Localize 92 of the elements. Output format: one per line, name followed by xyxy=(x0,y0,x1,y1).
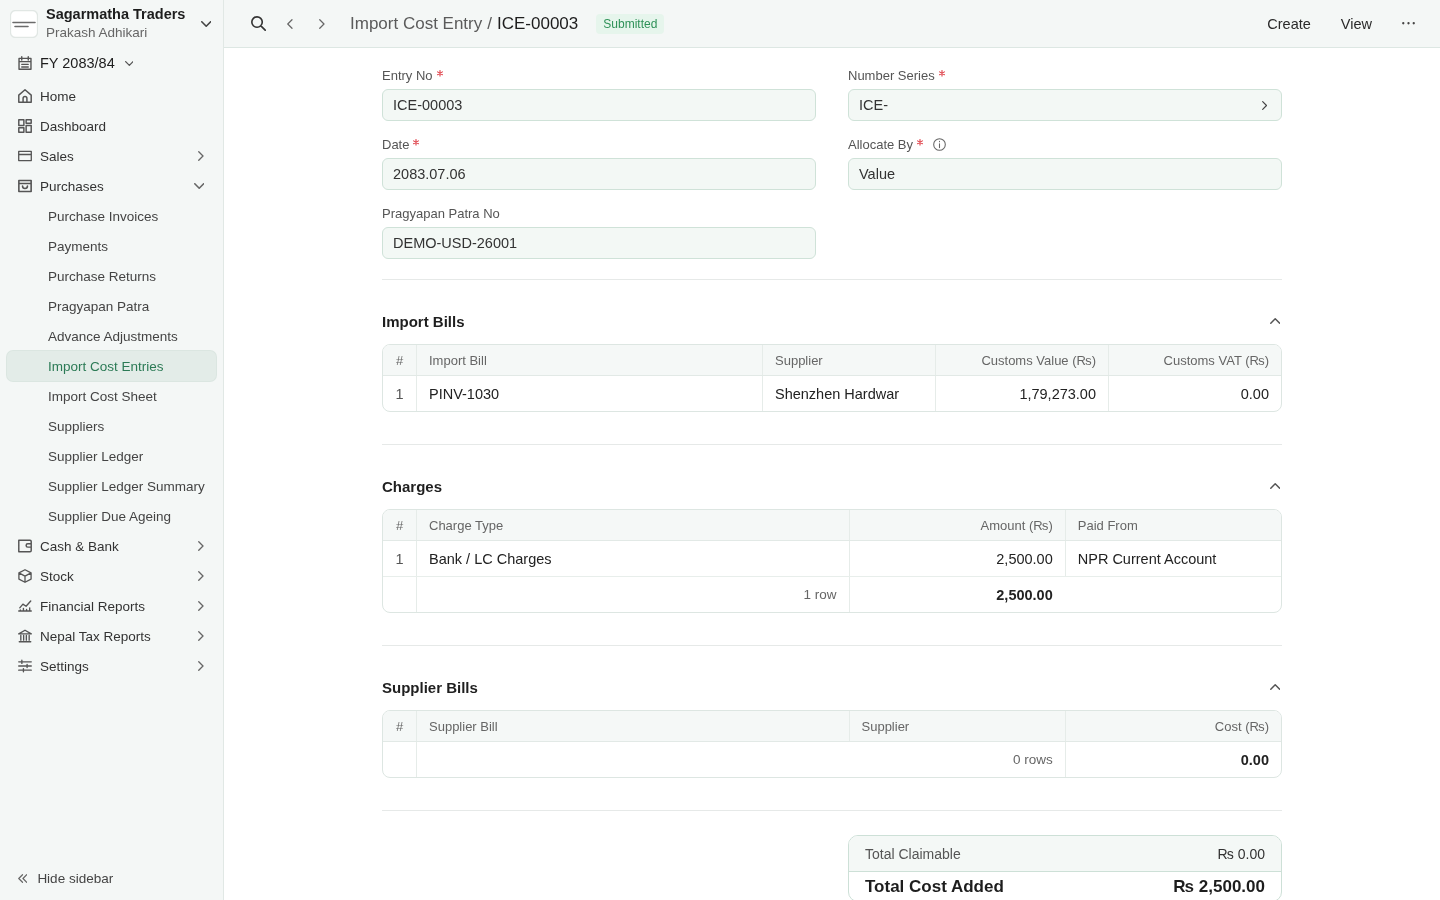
column-total: 0.00 xyxy=(1064,742,1281,777)
row-count: 1 row xyxy=(416,577,849,612)
nav-subitem[interactable]: Purchase Invoices xyxy=(7,201,216,231)
column-header: Cost (₨) xyxy=(1064,711,1281,741)
field-label: Entry No xyxy=(382,67,433,83)
field-label: Pragyapan Patra No xyxy=(382,205,500,221)
table-cell: 0.00 xyxy=(1108,376,1281,411)
field-label: Allocate By xyxy=(848,136,914,152)
nav-subitem[interactable]: Pragyapan Patra xyxy=(7,291,216,321)
more-icon xyxy=(1401,22,1415,25)
breadcrumb-separator: / xyxy=(487,13,492,34)
nav-subitem[interactable]: Import Cost Entries xyxy=(7,351,216,381)
logo-icon xyxy=(10,9,38,38)
row-count: 0 rows xyxy=(416,742,1065,777)
fiscal-year-selector[interactable]: FY 2083/84 xyxy=(7,50,144,76)
home-icon xyxy=(18,89,32,103)
field-label: Date xyxy=(382,136,410,152)
chart-icon xyxy=(18,599,32,613)
nav-item[interactable]: Financial Reports xyxy=(7,591,216,621)
chevron-left-icon xyxy=(287,18,293,29)
column-total: 2,500.00 xyxy=(848,577,1065,612)
table-cell: NPR Current Account xyxy=(1064,541,1281,576)
column-header: Customs VAT (₨) xyxy=(1108,345,1281,375)
breadcrumb-link[interactable]: Import Cost Entry xyxy=(350,13,483,34)
summary-value: ₨ 0.00 xyxy=(1217,845,1265,862)
nav-subitem[interactable]: Import Cost Sheet xyxy=(7,381,216,411)
section-title: Supplier Bills xyxy=(382,678,478,696)
section-title: Charges xyxy=(382,477,443,495)
column-header: Supplier xyxy=(762,345,935,375)
chevron-right-icon xyxy=(1261,100,1267,110)
input-field[interactable]: Value xyxy=(848,158,1282,190)
company-switcher[interactable]: Sagarmatha Traders Prakash Adhikari xyxy=(0,0,223,45)
summary-label: Total Cost Added xyxy=(865,877,1004,896)
search-icon xyxy=(250,16,266,31)
column-header: Amount (₨) xyxy=(848,510,1065,540)
nav-subitem[interactable]: Purchase Returns xyxy=(7,261,216,291)
nav-subitem[interactable]: Supplier Ledger Summary xyxy=(7,471,216,501)
column-header: # xyxy=(394,351,405,370)
grid-icon xyxy=(18,119,32,133)
cube-icon xyxy=(18,569,32,583)
hide-sidebar-button[interactable]: Hide sidebar xyxy=(7,863,125,893)
table-cell: Shenzhen Hardwar xyxy=(762,376,935,411)
nav-subitem[interactable]: Suppliers xyxy=(7,411,216,441)
table-cell: 2,500.00 xyxy=(848,541,1065,576)
nav-item[interactable]: Nepal Tax Reports xyxy=(7,621,216,651)
wallet-icon xyxy=(18,539,32,553)
nav-item[interactable]: Settings xyxy=(7,651,216,681)
calendar-icon xyxy=(18,56,32,70)
input-field[interactable]: ICE- xyxy=(848,89,1282,121)
table-cell-text: 1 xyxy=(394,549,405,569)
column-header: Import Bill xyxy=(416,345,762,375)
summary-value: ₨ 2,500.00 xyxy=(1173,877,1265,896)
bank-icon xyxy=(18,629,32,643)
input-field[interactable]: ICE-00003 xyxy=(382,89,816,121)
column-header: Charge Type xyxy=(416,510,849,540)
chevron-down-icon xyxy=(124,60,134,66)
table-cell: Bank / LC Charges xyxy=(416,541,849,576)
nav-item[interactable]: Home xyxy=(7,81,216,111)
nav-item[interactable]: Cash & Bank xyxy=(7,531,216,561)
card-icon xyxy=(18,149,32,163)
table-cell: 1,79,273.00 xyxy=(935,376,1108,411)
bag-icon xyxy=(18,179,32,193)
nav-item[interactable]: Stock xyxy=(7,561,216,591)
input-field[interactable]: DEMO-USD-26001 xyxy=(382,227,816,259)
summary-label: Total Claimable xyxy=(865,845,961,862)
sliders-icon xyxy=(18,659,32,673)
column-header: Supplier xyxy=(848,711,1065,741)
nav-subitem[interactable]: Supplier Due Ageing xyxy=(7,501,216,531)
chevron-down-icon xyxy=(200,20,211,27)
nav-subitem[interactable]: Advance Adjustments xyxy=(7,321,216,351)
info-icon[interactable] xyxy=(933,137,947,151)
table-cell-text: 1 xyxy=(394,384,405,404)
column-header: Paid From xyxy=(1064,510,1281,540)
page-title: ICE-00003 xyxy=(497,13,579,34)
section-title: Import Bills xyxy=(382,312,465,330)
column-header: Customs Value (₨) xyxy=(935,345,1108,375)
nav-subitem[interactable]: Supplier Ledger xyxy=(7,441,216,471)
nav-item[interactable]: Sales xyxy=(7,141,216,171)
nav-item[interactable]: Dashboard xyxy=(7,111,216,141)
nav-item[interactable]: Purchases xyxy=(7,171,216,201)
column-header: # xyxy=(394,516,405,535)
table-cell: PINV-1030 xyxy=(416,376,762,411)
toolbar-button[interactable]: View xyxy=(1334,11,1378,36)
double-chevron-left-icon xyxy=(18,873,28,883)
column-header: # xyxy=(394,717,405,736)
chevron-right-icon xyxy=(319,18,325,29)
column-header: Supplier Bill xyxy=(416,711,849,741)
field-label: Number Series xyxy=(848,67,935,83)
nav-subitem[interactable]: Payments xyxy=(7,231,216,261)
input-field[interactable]: 2083.07.06 xyxy=(382,158,816,190)
toolbar-button[interactable]: Create xyxy=(1261,11,1317,36)
status-badge: Submitted xyxy=(596,13,665,34)
